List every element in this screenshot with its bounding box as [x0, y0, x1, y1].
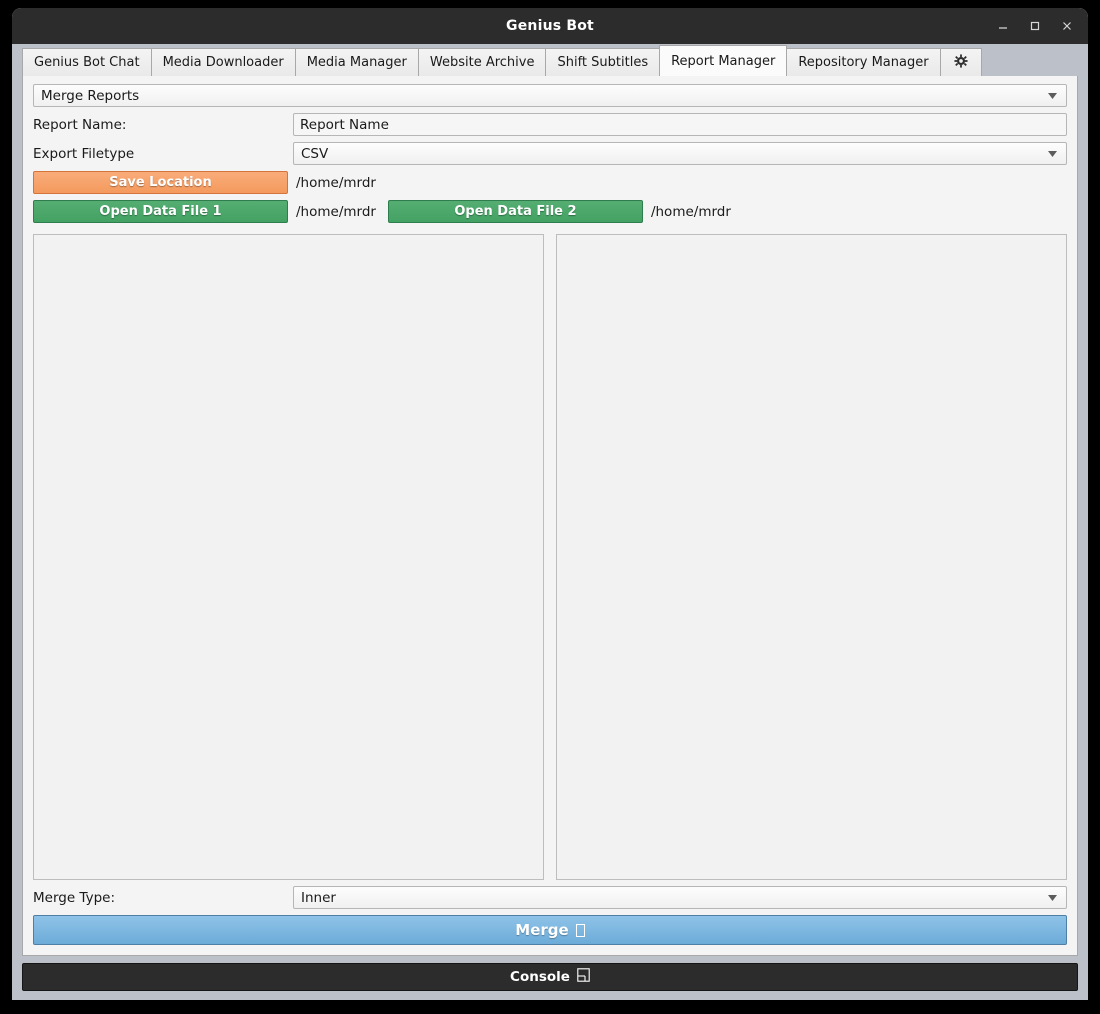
merge-type-select[interactable]: Inner [293, 886, 1067, 909]
save-location-button[interactable]: Save Location [33, 171, 288, 194]
open-data-file-1-button[interactable]: Open Data File 1 [33, 200, 288, 223]
console-button[interactable]: Console [22, 963, 1078, 991]
tab-shift-subtitles[interactable]: Shift Subtitles [545, 48, 660, 76]
tab-website-archive[interactable]: Website Archive [417, 48, 546, 76]
export-filetype-row: Export Filetype CSV [33, 142, 1067, 165]
app-window: Genius Bot Genius Bot Chat Media Downloa… [12, 8, 1088, 1000]
export-filetype-label: Export Filetype [33, 145, 135, 162]
preview-pane-1[interactable] [33, 234, 544, 880]
export-filetype-value: CSV [301, 145, 329, 162]
tab-label: Media Manager [306, 55, 407, 70]
open-data-file-1-label: Open Data File 1 [99, 204, 222, 219]
tab-label: Website Archive [429, 55, 535, 70]
report-manager-panel: Merge Reports Report Name: Report Name E… [22, 76, 1078, 956]
tab-label: Report Manager [671, 53, 776, 69]
tab-media-downloader[interactable]: Media Downloader [150, 48, 295, 76]
minimize-icon[interactable] [988, 11, 1018, 41]
tab-label: Shift Subtitles [557, 55, 649, 70]
gear-icon [954, 53, 968, 72]
tab-media-manager[interactable]: Media Manager [294, 48, 418, 76]
merge-button[interactable]: Merge [33, 915, 1067, 945]
data-files-row: Open Data File 1 /home/mrdr Open Data Fi… [33, 200, 1067, 223]
save-location-row: Save Location /home/mrdr [33, 171, 1067, 194]
report-name-label: Report Name: [33, 116, 127, 133]
report-name-input[interactable]: Report Name [293, 113, 1067, 136]
data-file-2-path: /home/mrdr [650, 203, 731, 220]
merge-type-value: Inner [301, 889, 336, 906]
chevron-down-icon [1045, 147, 1059, 161]
tab-settings[interactable] [939, 48, 982, 76]
preview-panes [33, 234, 1067, 880]
save-location-path: /home/mrdr [296, 174, 376, 191]
terminal-window-icon [577, 968, 590, 986]
preview-pane-2[interactable] [556, 234, 1067, 880]
data-file-2-group: Open Data File 2 /home/mrdr [387, 200, 1067, 223]
report-name-row: Report Name: Report Name [33, 113, 1067, 136]
open-data-file-2-label: Open Data File 2 [454, 204, 577, 219]
tab-label: Genius Bot Chat [34, 55, 140, 70]
mode-select-row: Merge Reports [33, 84, 1067, 107]
mode-select-value: Merge Reports [41, 87, 140, 104]
data-file-1-path: /home/mrdr [296, 203, 376, 220]
report-name-value: Report Name [300, 116, 389, 133]
tab-genius-bot-chat[interactable]: Genius Bot Chat [22, 48, 151, 76]
tab-report-manager[interactable]: Report Manager [659, 45, 788, 76]
merge-button-label: Merge [515, 921, 569, 939]
open-data-file-2-button[interactable]: Open Data File 2 [387, 200, 643, 223]
merge-type-row: Merge Type: Inner [33, 886, 1067, 909]
tab-repository-manager[interactable]: Repository Manager [787, 48, 940, 76]
export-filetype-select[interactable]: CSV [293, 142, 1067, 165]
tab-label: Repository Manager [798, 55, 929, 70]
console-button-label: Console [510, 969, 570, 985]
close-icon[interactable] [1052, 11, 1082, 41]
title-bar: Genius Bot [12, 8, 1088, 44]
window-title: Genius Bot [506, 18, 594, 34]
chevron-down-icon [1045, 89, 1059, 103]
maximize-icon[interactable] [1020, 11, 1050, 41]
save-location-button-label: Save Location [109, 175, 212, 190]
missing-glyph-box-icon [575, 923, 585, 937]
chevron-down-icon [1045, 891, 1059, 905]
tab-bar: Genius Bot Chat Media Downloader Media M… [12, 44, 1088, 76]
mode-select[interactable]: Merge Reports [33, 84, 1067, 107]
console-bar: Console [12, 956, 1088, 1000]
merge-type-label: Merge Type: [33, 889, 115, 906]
tab-label: Media Downloader [162, 55, 284, 70]
window-controls [988, 8, 1082, 44]
